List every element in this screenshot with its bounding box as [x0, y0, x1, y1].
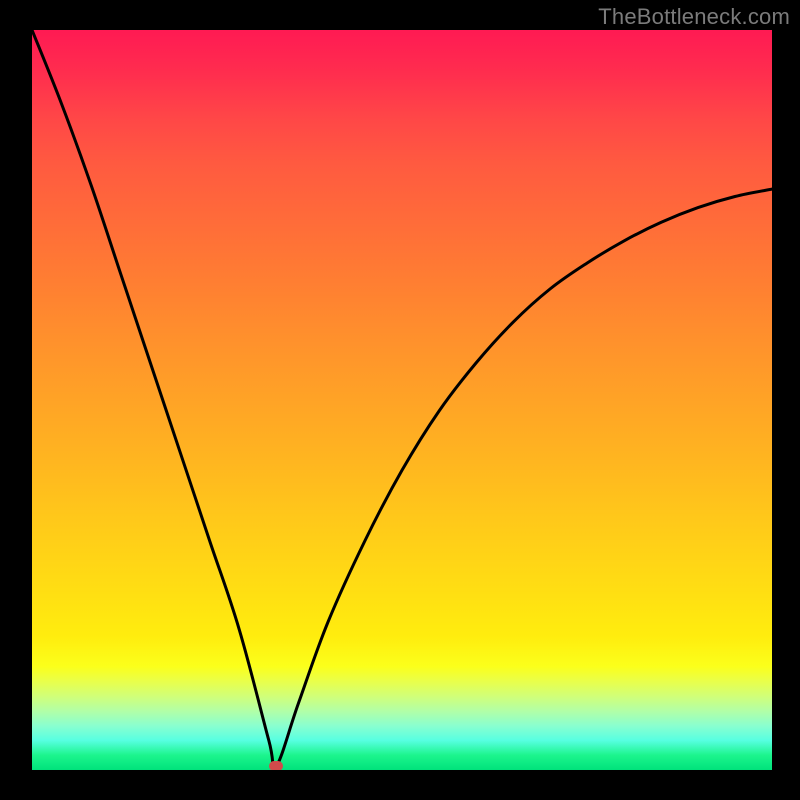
curve-layer — [32, 30, 772, 770]
watermark-text: TheBottleneck.com — [598, 4, 790, 30]
optimum-marker — [269, 761, 283, 770]
chart-frame: TheBottleneck.com — [0, 0, 800, 800]
bottleneck-curve — [32, 30, 772, 769]
plot-area — [32, 30, 772, 770]
